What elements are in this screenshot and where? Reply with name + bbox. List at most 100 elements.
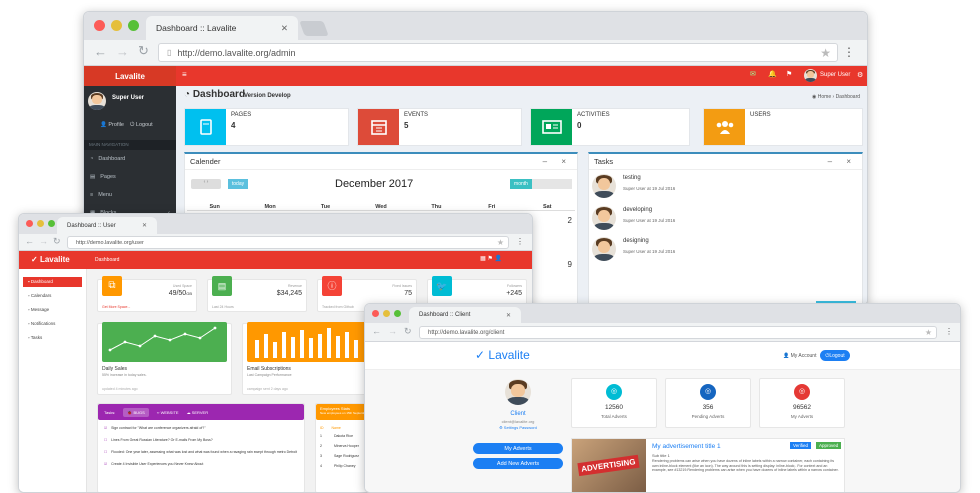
browser-menu-icon[interactable]: ⋮ — [945, 327, 953, 336]
url-field[interactable]: ▯ http://demo.lavalite.org/admin ★ — [158, 43, 838, 62]
bookmark-star-icon[interactable]: ★ — [497, 238, 504, 247]
client-header: ✓ Lavalite 👤 My Account ⏻ Logout — [365, 342, 960, 370]
client-name: Client — [510, 411, 526, 417]
close-window-dot[interactable] — [372, 310, 379, 317]
task-row[interactable]: ☑ Sign contract for "What are conference … — [104, 426, 298, 431]
browser-tab[interactable]: Dashboard :: User ✕ — [57, 217, 157, 234]
window-controls — [94, 20, 139, 31]
browser-menu-icon[interactable]: ⋮ — [516, 237, 524, 246]
calendar-date[interactable]: 9 — [568, 260, 572, 269]
calendar-prev-next[interactable]: ‹ › — [191, 179, 221, 189]
advert-card[interactable]: ADVERTISING My advertisement title 1 Ver… — [571, 438, 845, 492]
tab-bugs[interactable]: 🐞 BUGS — [123, 407, 149, 417]
browser-menu-icon[interactable]: ⋮ — [843, 45, 855, 59]
reload-icon[interactable]: ↻ — [53, 236, 61, 247]
task-avatar — [592, 174, 616, 198]
calendar-today-button[interactable]: today — [228, 179, 248, 189]
admin-logo[interactable]: Lavalite — [84, 66, 176, 86]
calendar-icon — [358, 109, 399, 145]
maximize-window-dot[interactable] — [128, 20, 139, 31]
browser-tab[interactable]: Dashboard :: Client ✕ — [409, 307, 521, 323]
calendar-view-switch[interactable]: month — [510, 179, 572, 189]
user-logo[interactable]: ✓ Lavalite — [31, 255, 70, 264]
user-nav-tasks[interactable]: ▫ Tasks — [23, 333, 82, 343]
task-row[interactable]: ☐ Lines From Great Russian Literature? Or… — [104, 438, 298, 443]
user-nav-calendars[interactable]: ▫ Calendars — [23, 291, 82, 301]
panel-controls[interactable]: – × — [543, 157, 572, 166]
client-logo[interactable]: ✓ Lavalite — [475, 348, 530, 362]
my-adverts-button[interactable]: My Adverts — [473, 443, 563, 454]
tab-close-icon[interactable]: ✕ — [506, 312, 511, 319]
profile-link[interactable]: 👤 Profile — [100, 122, 124, 128]
checkbox-icon: ☑ — [104, 462, 108, 466]
client-page: ✓ Lavalite 👤 My Account ⏻ Logout Client … — [365, 342, 960, 492]
tasks-card: Tasks: 🐞 BUGS ‹› WEBSITE ☁ SERVER ☑ Sign … — [97, 403, 305, 492]
nav-item-dashboard[interactable]: ◔ Dashboard — [84, 150, 176, 168]
task-row[interactable]: ☑ Create 4 Invisible User Experiences you… — [104, 462, 298, 467]
task-avatar — [592, 206, 616, 230]
calendar-title: Calender — [190, 157, 221, 166]
tab-close-icon[interactable]: ✕ — [142, 222, 147, 229]
bookmark-star-icon[interactable]: ★ — [925, 328, 932, 337]
approved-badge: Approved — [816, 442, 842, 449]
reload-icon[interactable]: ↻ — [138, 43, 149, 59]
back-icon[interactable]: ← — [25, 236, 34, 246]
close-window-dot[interactable] — [26, 220, 33, 227]
client-profile-links[interactable]: ⚙ Settings Password — [468, 425, 568, 430]
close-window-dot[interactable] — [94, 20, 105, 31]
add-new-adverts-button[interactable]: Add New Adverts — [473, 458, 563, 469]
back-icon[interactable]: ← — [372, 326, 381, 336]
user-nav-message[interactable]: ▫ Message — [23, 305, 82, 315]
browser-tab[interactable]: Dashboard :: Lavalite ✕ — [146, 16, 298, 40]
forward-icon[interactable]: → — [39, 236, 48, 246]
header-user-name[interactable]: Super User — [820, 72, 850, 78]
view-month-button[interactable]: month — [510, 179, 532, 189]
nav-item-menu[interactable]: ≡ Menu — [84, 186, 176, 204]
advert-title[interactable]: My advertisement title 1 — [652, 443, 721, 450]
tasks-panel: Tasks – × testing Super User at 19 Jul 20… — [588, 152, 863, 305]
calendar-weekday-row: Sun Mon Tue Wed Thu Fri Sat — [187, 204, 575, 211]
messages-icon[interactable]: ✉ — [750, 70, 756, 78]
store-icon: ▤ — [212, 276, 232, 296]
minimize-window-dot[interactable] — [37, 220, 44, 227]
infobox-activities: ACTIVITIES 0 — [530, 108, 690, 146]
notifications-icon[interactable]: 🔔 — [768, 70, 777, 78]
panel-controls[interactable]: – × — [828, 157, 857, 166]
url-field[interactable]: http://demo.lavalite.org/client ★ — [419, 326, 937, 339]
header-dashboard-link[interactable]: Dashboard — [95, 257, 119, 263]
newspaper-icon — [531, 109, 572, 145]
maximize-window-dot[interactable] — [48, 220, 55, 227]
bookmark-star-icon[interactable]: ★ — [820, 46, 831, 60]
breadcrumb-home[interactable]: Home — [818, 94, 831, 100]
header-avatar[interactable] — [804, 69, 817, 82]
minimize-window-dot[interactable] — [383, 310, 390, 317]
back-icon[interactable]: ← — [94, 44, 107, 59]
client-logout-button[interactable]: ⏻ Logout — [820, 350, 850, 361]
url-field[interactable]: http://demo.lavalite.org/user ★ — [67, 236, 509, 249]
tab-close-icon[interactable]: ✕ — [281, 23, 288, 34]
sidebar-toggle-icon[interactable]: ≡ — [182, 70, 187, 79]
calendar-date[interactable]: 2 — [568, 216, 572, 225]
maximize-window-dot[interactable] — [394, 310, 401, 317]
user-nav-notifications[interactable]: ▫ Notifications — [23, 319, 82, 329]
minimize-window-dot[interactable] — [111, 20, 122, 31]
user-nav-dashboard[interactable]: ▪ Dashboard — [23, 277, 82, 287]
client-stat-card: ◎ 96562 My Adverts — [759, 378, 845, 428]
nav-item-pages[interactable]: ▤ Pages — [84, 168, 176, 186]
tab-title: Dashboard :: Client — [419, 312, 471, 318]
my-account-link[interactable]: 👤 My Account — [783, 353, 816, 359]
reload-icon[interactable]: ↻ — [404, 326, 412, 337]
tab-website[interactable]: ‹› WEBSITE — [157, 410, 179, 415]
logout-link[interactable]: ⏻ Logout — [130, 122, 153, 129]
task-row[interactable]: ☐ Flooded: One year later, assessing what… — [104, 450, 298, 455]
flag-icon[interactable]: ⚑ — [786, 70, 792, 78]
task-avatar — [592, 237, 616, 261]
tab-server[interactable]: ☁ SERVER — [187, 410, 209, 415]
page-subtitle: Version Develop — [244, 93, 291, 99]
new-tab-button[interactable] — [299, 21, 329, 36]
forward-icon[interactable]: → — [388, 326, 397, 336]
header-icons[interactable]: ▦ ⚑ 👤 — [480, 255, 502, 262]
stat-card: ⧉ Used Space 49/50GB Get More Space... — [97, 276, 197, 312]
settings-gear-icon[interactable]: ⚙ — [857, 71, 863, 79]
forward-icon[interactable]: → — [116, 44, 129, 59]
